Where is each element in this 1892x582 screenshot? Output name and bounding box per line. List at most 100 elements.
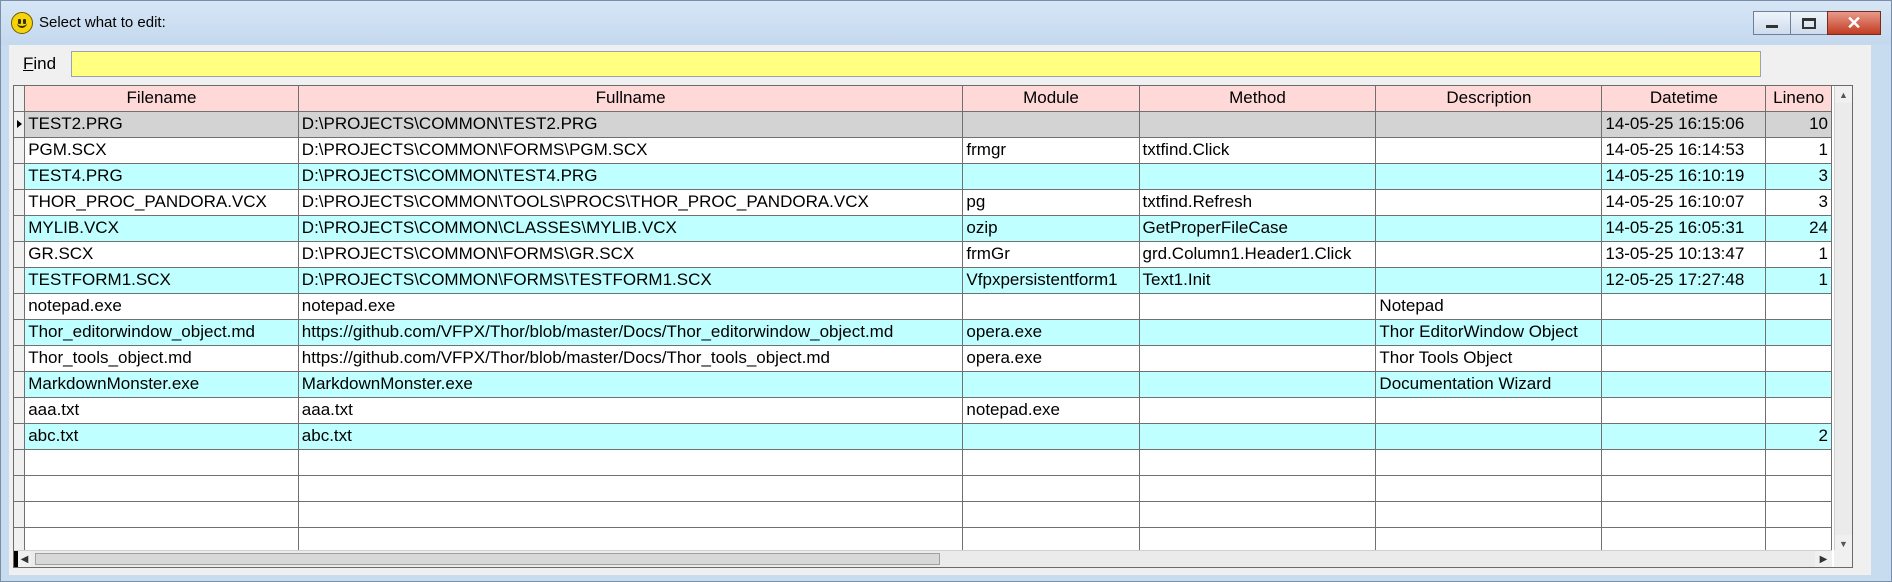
cell-filename[interactable]: PGM.SCX <box>24 137 299 164</box>
cell-method[interactable] <box>1139 397 1377 424</box>
table-row[interactable]: THOR_PROC_PANDORA.VCX D:\PROJECTS\COMMON\… <box>14 189 1832 216</box>
cell-method[interactable]: GetProperFileCase <box>1139 215 1377 242</box>
cell-module[interactable]: opera.exe <box>962 319 1140 346</box>
table-row[interactable]: TESTFORM1.SCX D:\PROJECTS\COMMON\FORMS\TE… <box>14 267 1832 294</box>
column-header-filename[interactable]: Filename <box>24 86 299 112</box>
cell-module[interactable] <box>962 423 1140 450</box>
cell-datetime[interactable]: 14-05-25 16:14:53 <box>1601 137 1767 164</box>
cell-method[interactable]: grd.Column1.Header1.Click <box>1139 241 1377 268</box>
scroll-right-button[interactable]: ▶ <box>1815 551 1832 567</box>
cell-fullname[interactable]: MarkdownMonster.exe <box>298 371 964 398</box>
row-selector[interactable] <box>14 319 26 346</box>
find-input[interactable] <box>71 51 1761 77</box>
row-selector[interactable] <box>14 371 26 398</box>
cell-module[interactable] <box>962 293 1140 320</box>
cell-filename[interactable]: TESTFORM1.SCX <box>24 267 299 294</box>
cell-fullname[interactable]: D:\PROJECTS\COMMON\TEST2.PRG <box>298 111 964 138</box>
cell-filename[interactable]: Thor_tools_object.md <box>24 345 299 372</box>
cell-fullname[interactable]: D:\PROJECTS\COMMON\FORMS\PGM.SCX <box>298 137 964 164</box>
table-row[interactable]: TEST4.PRG D:\PROJECTS\COMMON\TEST4.PRG 14-… <box>14 163 1832 190</box>
cell-method[interactable] <box>1139 293 1377 320</box>
cell-method[interactable] <box>1139 163 1377 190</box>
row-selector[interactable] <box>14 215 26 242</box>
scroll-up-button[interactable]: ▲ <box>1835 86 1852 103</box>
row-selector[interactable] <box>14 397 26 424</box>
table-row[interactable]: Thor_tools_object.md https://github.com/V… <box>14 345 1832 372</box>
maximize-button[interactable] <box>1790 11 1828 35</box>
cell-datetime[interactable] <box>1601 319 1767 346</box>
cell-fullname[interactable]: D:\PROJECTS\COMMON\TEST4.PRG <box>298 163 964 190</box>
table-row[interactable]: TEST2.PRG D:\PROJECTS\COMMON\TEST2.PRG 14-… <box>14 111 1832 138</box>
cell-module[interactable]: ozip <box>962 215 1140 242</box>
cell-datetime[interactable] <box>1601 423 1767 450</box>
cell-module[interactable] <box>962 111 1140 138</box>
cell-module[interactable]: frmgr <box>962 137 1140 164</box>
cell-method[interactable] <box>1139 111 1377 138</box>
cell-method[interactable]: txtfind.Refresh <box>1139 189 1377 216</box>
row-selector[interactable] <box>14 163 26 190</box>
cell-module[interactable]: notepad.exe <box>962 397 1140 424</box>
table-row[interactable]: Thor_editorwindow_object.md https://githu… <box>14 319 1832 346</box>
column-header-fullname[interactable]: Fullname <box>298 86 964 112</box>
cell-module[interactable]: frmGr <box>962 241 1140 268</box>
table-row[interactable]: MYLIB.VCX D:\PROJECTS\COMMON\CLASSES\MYLI… <box>14 215 1832 242</box>
cell-filename[interactable]: THOR_PROC_PANDORA.VCX <box>24 189 299 216</box>
cell-datetime[interactable]: 14-05-25 16:10:19 <box>1601 163 1767 190</box>
cell-lineno[interactable]: 2 <box>1765 423 1832 450</box>
table-row[interactable]: aaa.txt aaa.txt notepad.exe <box>14 397 1832 424</box>
cell-fullname[interactable]: D:\PROJECTS\COMMON\TOOLS\PROCS\THOR_PROC… <box>298 189 964 216</box>
cell-filename[interactable]: Thor_editorwindow_object.md <box>24 319 299 346</box>
minimize-button[interactable] <box>1753 11 1791 35</box>
column-header-datetime[interactable]: Datetime <box>1601 86 1767 112</box>
cell-datetime[interactable]: 14-05-25 16:10:07 <box>1601 189 1767 216</box>
cell-lineno[interactable]: 24 <box>1765 215 1832 242</box>
column-header-method[interactable]: Method <box>1139 86 1377 112</box>
close-button[interactable]: ✕ <box>1827 11 1881 35</box>
cell-fullname[interactable]: aaa.txt <box>298 397 964 424</box>
row-selector[interactable] <box>14 111 26 138</box>
cell-lineno[interactable] <box>1765 293 1832 320</box>
table-row[interactable]: notepad.exe notepad.exe Notepad <box>14 293 1832 320</box>
cell-description[interactable] <box>1375 189 1603 216</box>
vertical-scrollbar[interactable]: ▲ ▼ <box>1834 86 1852 552</box>
cell-filename[interactable]: TEST4.PRG <box>24 163 299 190</box>
cell-fullname[interactable]: notepad.exe <box>298 293 964 320</box>
cell-description[interactable] <box>1375 267 1603 294</box>
cell-description[interactable] <box>1375 111 1603 138</box>
cell-method[interactable] <box>1139 423 1377 450</box>
cell-lineno[interactable] <box>1765 397 1832 424</box>
row-selector[interactable] <box>14 345 26 372</box>
horizontal-scroll-thumb[interactable] <box>35 553 940 565</box>
cell-description[interactable] <box>1375 163 1603 190</box>
row-selector[interactable] <box>14 423 26 450</box>
cell-lineno[interactable]: 3 <box>1765 163 1832 190</box>
cell-datetime[interactable] <box>1601 293 1767 320</box>
column-header-lineno[interactable]: Lineno <box>1765 86 1832 112</box>
cell-description[interactable]: Thor Tools Object <box>1375 345 1603 372</box>
cell-lineno[interactable]: 1 <box>1765 267 1832 294</box>
column-header-description[interactable]: Description <box>1375 86 1603 112</box>
cell-description[interactable] <box>1375 215 1603 242</box>
table-row[interactable]: GR.SCX D:\PROJECTS\COMMON\FORMS\GR.SCX frm… <box>14 241 1832 268</box>
title-bar[interactable]: Select what to edit: ✕ <box>1 1 1891 45</box>
cell-filename[interactable]: aaa.txt <box>24 397 299 424</box>
row-selector[interactable] <box>14 137 26 164</box>
cell-lineno[interactable] <box>1765 319 1832 346</box>
cell-datetime[interactable] <box>1601 345 1767 372</box>
row-selector[interactable] <box>14 189 26 216</box>
cell-method[interactable] <box>1139 371 1377 398</box>
cell-description[interactable] <box>1375 423 1603 450</box>
cell-datetime[interactable]: 13-05-25 10:13:47 <box>1601 241 1767 268</box>
cell-filename[interactable]: GR.SCX <box>24 241 299 268</box>
table-row[interactable]: MarkdownMonster.exe MarkdownMonster.exe Do… <box>14 371 1832 398</box>
table-row[interactable]: abc.txt abc.txt 2 <box>14 423 1832 450</box>
cell-fullname[interactable]: D:\PROJECTS\COMMON\CLASSES\MYLIB.VCX <box>298 215 964 242</box>
cell-filename[interactable]: abc.txt <box>24 423 299 450</box>
cell-module[interactable] <box>962 371 1140 398</box>
cell-description[interactable]: Thor EditorWindow Object <box>1375 319 1603 346</box>
cell-module[interactable]: opera.exe <box>962 345 1140 372</box>
cell-filename[interactable]: MarkdownMonster.exe <box>24 371 299 398</box>
cell-module[interactable]: pg <box>962 189 1140 216</box>
cell-datetime[interactable]: 14-05-25 16:15:06 <box>1601 111 1767 138</box>
cell-description[interactable]: Notepad <box>1375 293 1603 320</box>
